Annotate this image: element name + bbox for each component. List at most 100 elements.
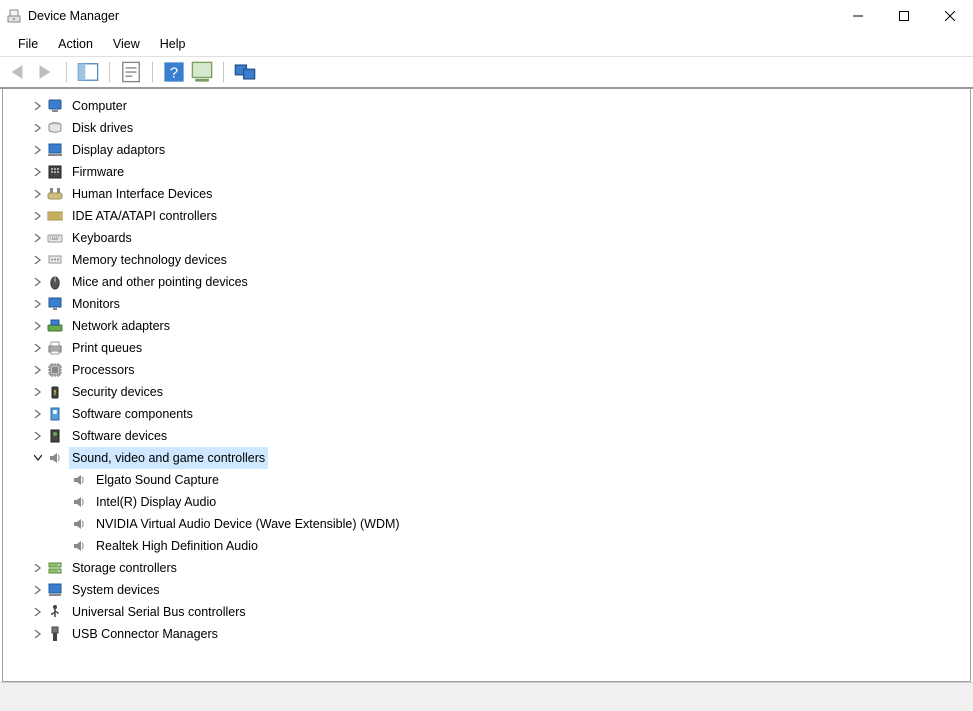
keyboard-icon [47,230,63,246]
chevron-down-icon[interactable] [31,451,45,465]
tree-node[interactable]: Network adapters [3,315,970,337]
tree-node[interactable]: Mice and other pointing devices [3,271,970,293]
chevron-right-icon[interactable] [31,275,45,289]
chevron-right-icon[interactable] [31,99,45,113]
tree-node-label: Firmware [69,161,127,183]
chevron-right-icon[interactable] [31,253,45,267]
tree-node-label: Software devices [69,425,170,447]
chevron-right-icon[interactable] [31,231,45,245]
network-icon [47,318,63,334]
mouse-icon [47,274,63,290]
tree-node-label: Storage controllers [69,557,180,579]
toolbar-separator [109,62,110,82]
chevron-right-icon[interactable] [31,583,45,597]
cpu-icon [47,362,63,378]
chevron-right-icon[interactable] [31,385,45,399]
tree-node[interactable]: Software components [3,403,970,425]
tree-node[interactable]: IDE ATA/ATAPI controllers [3,205,970,227]
nav-forward-button[interactable] [34,61,56,83]
storage-icon [47,560,63,576]
usb-icon [47,604,63,620]
usbconn-icon [47,626,63,642]
remote-connect-button[interactable] [234,61,256,83]
tree-node[interactable]: Security devices [3,381,970,403]
menu-file[interactable]: File [8,35,48,53]
computer-icon [47,98,63,114]
chevron-right-icon[interactable] [31,297,45,311]
device-tree[interactable]: ComputerDisk drivesDisplay adaptorsFirmw… [3,89,970,681]
scan-hardware-button[interactable] [191,61,213,83]
tree-node[interactable]: NVIDIA Virtual Audio Device (Wave Extens… [3,513,970,535]
firmware-icon [47,164,63,180]
toolbar [0,57,973,89]
tree-node-label: Monitors [69,293,123,315]
menu-action[interactable]: Action [48,35,103,53]
chevron-right-icon[interactable] [31,605,45,619]
sound-icon [71,472,87,488]
chevron-right-icon[interactable] [31,429,45,443]
tree-node-label: NVIDIA Virtual Audio Device (Wave Extens… [93,513,403,535]
tree-node-label: System devices [69,579,163,601]
tree-node-label: Security devices [69,381,166,403]
chevron-right-icon[interactable] [31,143,45,157]
minimize-button[interactable] [835,0,881,32]
tree-node[interactable]: Memory technology devices [3,249,970,271]
chevron-placeholder [55,473,69,487]
menu-help[interactable]: Help [150,35,196,53]
sound-icon [71,516,87,532]
maximize-button[interactable] [881,0,927,32]
chevron-right-icon[interactable] [31,407,45,421]
chevron-placeholder [55,495,69,509]
tree-node[interactable]: System devices [3,579,970,601]
tree-node-label: Memory technology devices [69,249,230,271]
security-icon [47,384,63,400]
statusbar [0,682,973,711]
tree-node[interactable]: Sound, video and game controllers [3,447,970,469]
tree-node[interactable]: Realtek High Definition Audio [3,535,970,557]
chevron-right-icon[interactable] [31,319,45,333]
tree-node-label: Print queues [69,337,145,359]
menu-view[interactable]: View [103,35,150,53]
tree-node[interactable]: Disk drives [3,117,970,139]
chevron-right-icon[interactable] [31,627,45,641]
tree-node[interactable]: Human Interface Devices [3,183,970,205]
sound-icon [71,494,87,510]
chevron-right-icon[interactable] [31,209,45,223]
tree-node[interactable]: Elgato Sound Capture [3,469,970,491]
chevron-right-icon[interactable] [31,363,45,377]
toolbar-separator [223,62,224,82]
chevron-right-icon[interactable] [31,121,45,135]
chevron-right-icon[interactable] [31,187,45,201]
tree-node-label: Sound, video and game controllers [69,447,268,469]
tree-pane: ComputerDisk drivesDisplay adaptorsFirmw… [2,89,971,682]
system-icon [47,582,63,598]
nav-back-button[interactable] [6,61,28,83]
window-title: Device Manager [28,9,119,23]
tree-node[interactable]: USB Connector Managers [3,623,970,645]
tree-node[interactable]: Intel(R) Display Audio [3,491,970,513]
tree-node-label: Elgato Sound Capture [93,469,222,491]
tree-node[interactable]: Keyboards [3,227,970,249]
help-button[interactable] [163,61,185,83]
chevron-right-icon[interactable] [31,561,45,575]
window-controls [835,0,973,32]
properties-button[interactable] [120,61,142,83]
tree-node[interactable]: Software devices [3,425,970,447]
tree-node-label: Display adaptors [69,139,168,161]
device-manager-window: Device Manager File Action View Help Com… [0,0,973,711]
tree-node[interactable]: Monitors [3,293,970,315]
tree-node[interactable]: Firmware [3,161,970,183]
tree-node[interactable]: Processors [3,359,970,381]
show-hide-tree-button[interactable] [77,61,99,83]
tree-node[interactable]: Universal Serial Bus controllers [3,601,970,623]
chevron-right-icon[interactable] [31,341,45,355]
tree-node[interactable]: Print queues [3,337,970,359]
tree-node[interactable]: Display adaptors [3,139,970,161]
tree-node-label: IDE ATA/ATAPI controllers [69,205,220,227]
ide-icon [47,208,63,224]
tree-node[interactable]: Computer [3,95,970,117]
close-button[interactable] [927,0,973,32]
tree-node[interactable]: Storage controllers [3,557,970,579]
chevron-right-icon[interactable] [31,165,45,179]
tree-node-label: Human Interface Devices [69,183,215,205]
